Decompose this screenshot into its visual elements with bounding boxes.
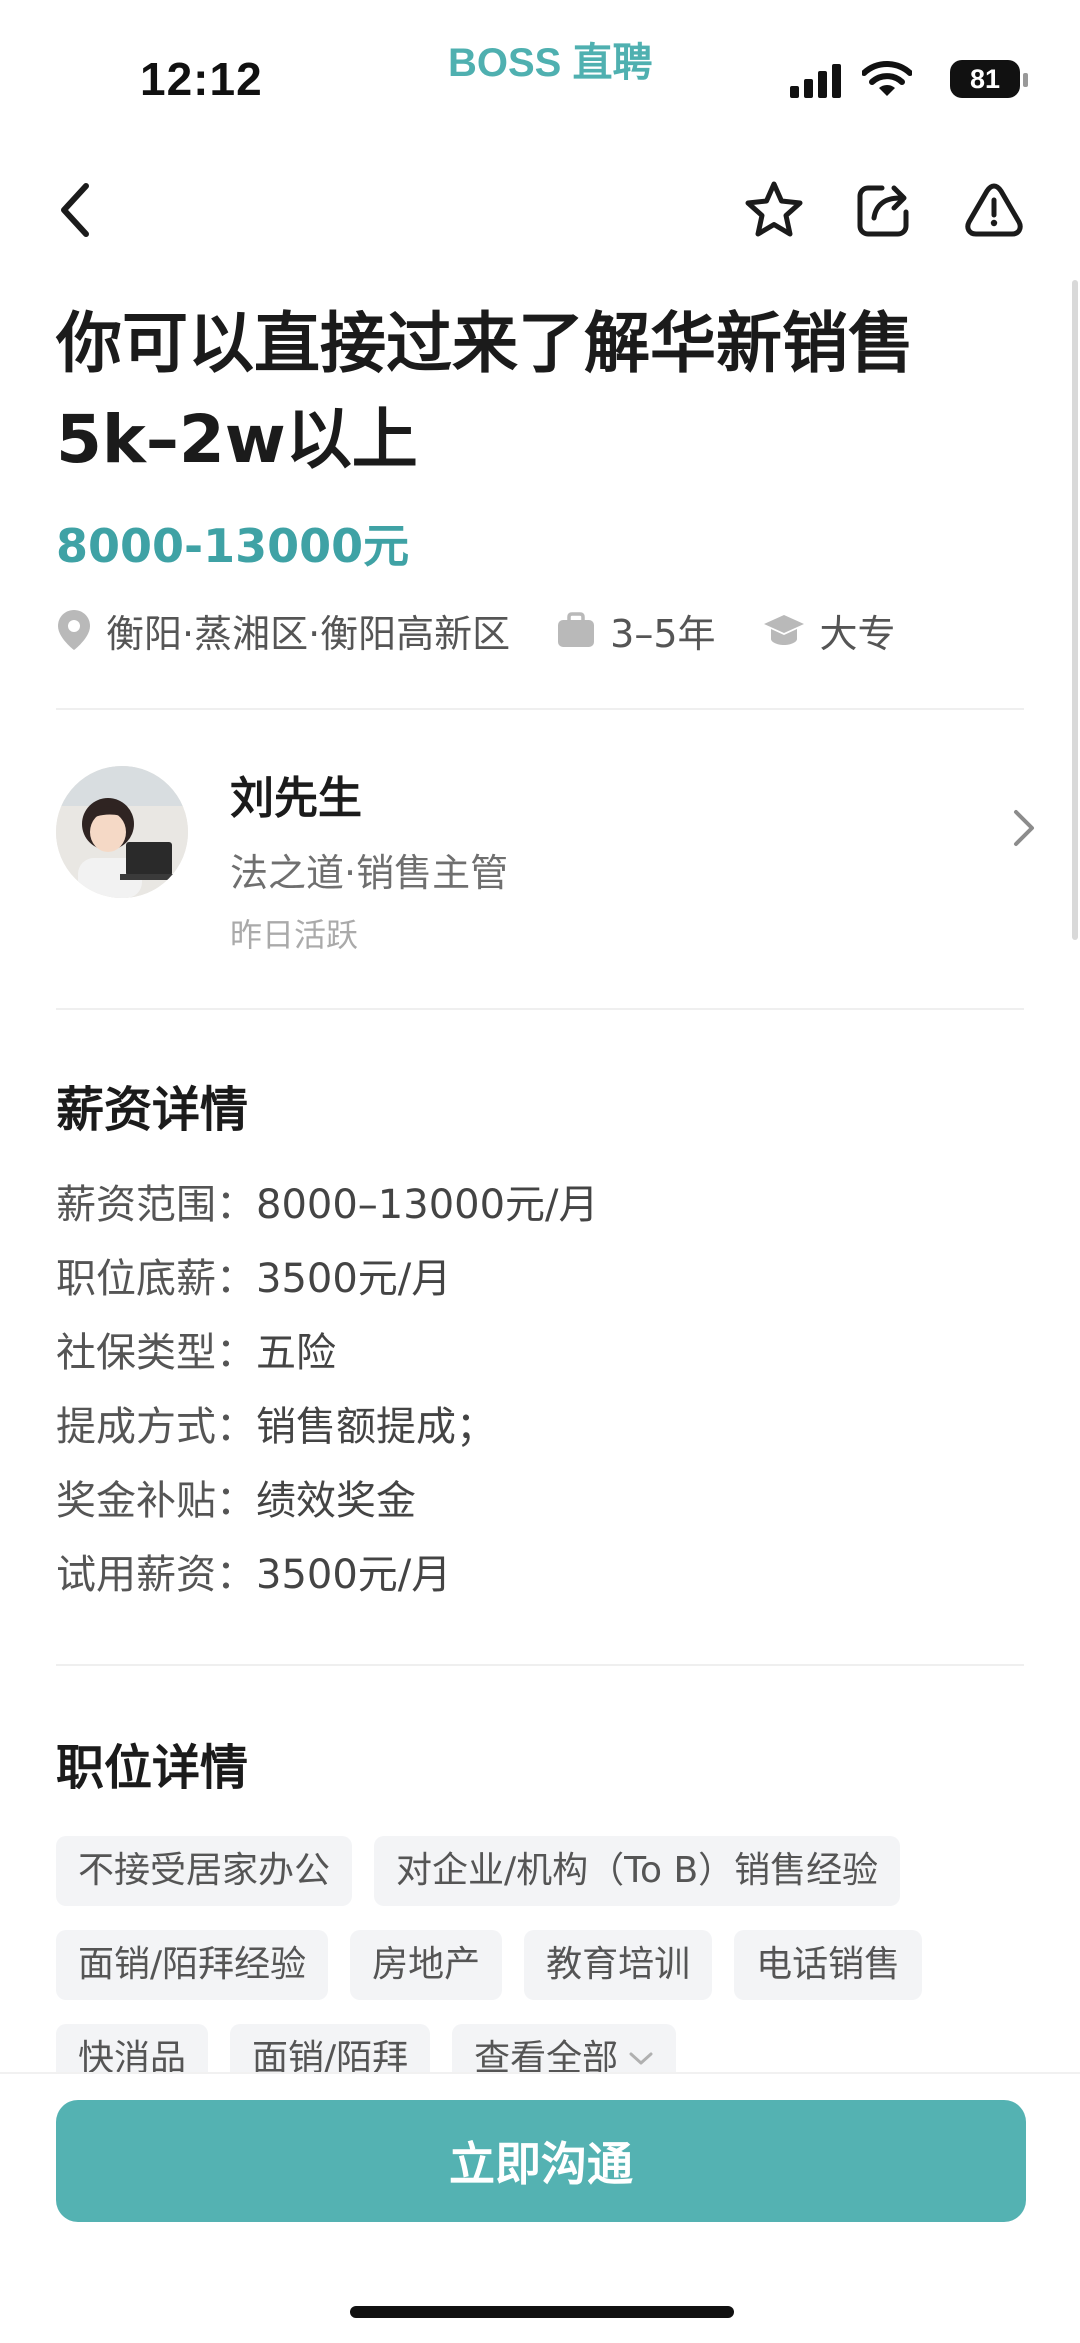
detail-label: 试用薪资： xyxy=(56,1552,256,1598)
detail-label: 社保类型： xyxy=(56,1330,256,1376)
chat-now-button[interactable]: 立即沟通 xyxy=(56,2100,1026,2222)
detail-label: 薪资范围： xyxy=(56,1182,256,1228)
favorite-button[interactable] xyxy=(738,174,810,246)
salary-detail-row: 试用薪资： 3500元/月 xyxy=(56,1542,599,1616)
location-meta: 衡阳·蒸湘区·衡阳高新区 xyxy=(56,603,510,658)
salary-details-title: 薪资详情 xyxy=(56,1082,249,1138)
tag-row: 不接受居家办公 对企业/机构（To B）销售经验 xyxy=(56,1836,1046,1906)
location-pin-icon xyxy=(58,610,90,650)
divider xyxy=(56,1664,1024,1666)
salary-detail-row: 提成方式： 销售额提成； xyxy=(56,1394,599,1468)
status-time: 12:12 xyxy=(140,53,263,105)
detail-value: 3500元/月 xyxy=(256,1552,452,1598)
detail-label: 职位底薪： xyxy=(56,1256,256,1302)
education-text: 大专 xyxy=(819,611,896,656)
divider xyxy=(56,708,1024,710)
chevron-down-icon xyxy=(629,2052,653,2065)
share-button[interactable] xyxy=(848,174,920,246)
job-salary: 8000-13000元 xyxy=(56,519,410,573)
share-icon xyxy=(857,185,909,237)
job-meta: 衡阳·蒸湘区·衡阳高新区 3–5年 大专 xyxy=(56,600,942,660)
home-indicator[interactable] xyxy=(350,2306,734,2318)
job-tag: 对企业/机构（To B）销售经验 xyxy=(374,1836,901,1906)
job-tag: 教育培训 xyxy=(524,1930,713,2000)
wifi-icon xyxy=(862,61,912,96)
tag-row: 面销/陌拜经验 房地产 教育培训 电话销售 xyxy=(56,1930,1046,2000)
star-icon xyxy=(745,181,803,237)
recruiter-active-status: 昨日活跃 xyxy=(230,916,359,954)
experience-text: 3–5年 xyxy=(610,611,716,656)
detail-value: 8000–13000元/月 xyxy=(256,1182,599,1228)
back-icon xyxy=(61,183,89,237)
battery-indicator: 81 xyxy=(950,60,1020,98)
salary-detail-row: 社保类型： 五险 xyxy=(56,1320,599,1394)
avatar xyxy=(56,766,188,898)
salary-detail-row: 职位底薪： 3500元/月 xyxy=(56,1246,599,1320)
job-title: 你可以直接过来了解华新销售5k–2w以上 xyxy=(56,305,914,478)
recruiter-chevron xyxy=(1012,808,1036,852)
scrollbar[interactable] xyxy=(1072,280,1078,940)
salary-detail-row: 薪资范围： 8000–13000元/月 xyxy=(56,1172,599,1246)
detail-value: 五险 xyxy=(256,1330,336,1376)
education-meta: 大专 xyxy=(762,603,896,658)
job-tag: 面销/陌拜经验 xyxy=(56,1930,329,2000)
recruiter-company: 法之道·销售主管 xyxy=(230,851,509,895)
divider xyxy=(56,1008,1024,1010)
job-tag: 电话销售 xyxy=(734,1930,923,2000)
detail-label: 奖金补贴： xyxy=(56,1478,256,1524)
detail-value: 销售额提成； xyxy=(256,1404,496,1450)
detail-value: 3500元/月 xyxy=(256,1256,452,1302)
graduation-cap-icon xyxy=(763,615,804,645)
top-nav xyxy=(0,160,1080,260)
job-tag: 不接受居家办公 xyxy=(56,1836,353,1906)
recruiter-name: 刘先生 xyxy=(230,773,362,824)
recruiter-card[interactable]: 刘先生 法之道·销售主管 昨日活跃 xyxy=(56,762,1036,954)
chevron-right-icon xyxy=(1014,810,1034,846)
job-details-title: 职位详情 xyxy=(56,1740,249,1796)
status-brand: BOSS 直聘 xyxy=(448,41,653,85)
status-icons: 81 xyxy=(790,56,1028,102)
status-bar: 12:12 BOSS 直聘 81 xyxy=(0,0,1080,140)
salary-detail-row: 奖金补贴： 绩效奖金 xyxy=(56,1468,599,1542)
report-icon xyxy=(965,183,1023,237)
avatar-image xyxy=(56,766,188,898)
detail-label: 提成方式： xyxy=(56,1404,256,1450)
detail-value: 绩效奖金 xyxy=(256,1478,416,1524)
experience-meta: 3–5年 xyxy=(556,603,716,658)
signal-icon xyxy=(790,64,841,98)
briefcase-icon xyxy=(558,612,595,647)
job-tag: 房地产 xyxy=(350,1930,503,2000)
location-text: 衡阳·蒸湘区·衡阳高新区 xyxy=(106,611,511,656)
battery-nub xyxy=(1023,73,1028,87)
report-button[interactable] xyxy=(958,174,1030,246)
back-button[interactable] xyxy=(40,174,112,246)
bottom-action-bar: 立即沟通 xyxy=(0,2072,1080,2343)
salary-details-list: 薪资范围： 8000–13000元/月 职位底薪： 3500元/月 社保类型： … xyxy=(56,1172,599,1616)
